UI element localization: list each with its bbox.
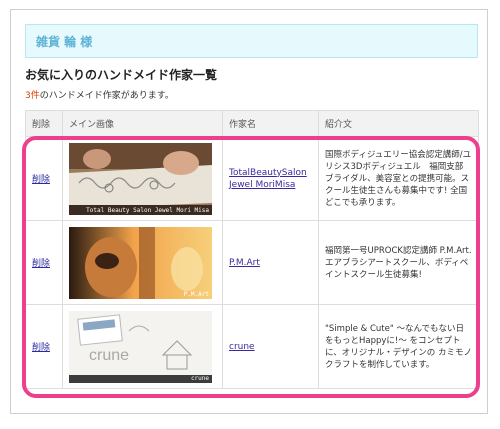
column-header-delete: 削除 [25, 110, 63, 137]
creator-name-link[interactable]: crune [229, 341, 255, 353]
image-caption: P.M.Art [183, 290, 209, 298]
creator-main-image[interactable]: P.M.Art [69, 226, 212, 299]
jewelry-photo [69, 142, 212, 215]
favorites-table: 削除 メイン画像 作家名 紹介文 削除 Total Beauty Salon J… [25, 110, 479, 389]
creator-main-image[interactable]: Total Beauty Salon Jewel Mori Misa [69, 142, 212, 215]
creator-intro: 国際ボディジュエリー協会認定講師/ユリシス3Dボディジュエル 福岡支部 ブライダ… [325, 149, 472, 208]
table-row: 削除 P.M.Art P.M.Art 福岡第一号UPROCK認定講師 P.M.A… [25, 220, 479, 305]
image-watermark-text: crune [89, 346, 130, 364]
table-header-row: 削除 メイン画像 作家名 紹介文 [25, 110, 479, 137]
user-name: 雑貨 輪 [36, 34, 77, 49]
image-caption: crune [190, 374, 209, 382]
result-count-number: 3件 [25, 91, 40, 101]
column-header-creator: 作家名 [222, 110, 319, 137]
table-row: 削除 Total Beauty Salon Jewel Mori Misa To… [25, 136, 479, 221]
column-header-intro: 紹介文 [318, 110, 479, 137]
delete-link[interactable]: 削除 [32, 175, 50, 185]
creator-intro: 福岡第一号UPROCK認定講師 P.M.Art. エアブラシアートスクール、ボデ… [325, 245, 472, 280]
user-honorific: 様 [80, 34, 93, 49]
creator-name-link[interactable]: P.M.Art [229, 257, 260, 269]
delete-link[interactable]: 削除 [32, 259, 50, 269]
column-header-image: メイン画像 [62, 110, 223, 137]
creator-intro: "Simple & Cute" ～なんでもない日をもっとHappyに!～ をコン… [325, 323, 472, 370]
page-title: お気に入りのハンドメイド作家一覧 [25, 68, 218, 82]
creator-name-link[interactable]: TotalBeautySalon Jewel MoriMisa [229, 167, 312, 191]
image-caption: Total Beauty Salon Jewel Mori Misa [86, 206, 209, 214]
result-count: 3件のハンドメイド作家があります。 [25, 88, 174, 101]
user-name-bar: 雑貨 輪様 [25, 24, 478, 58]
airbrush-photo [69, 226, 212, 299]
result-count-text: のハンドメイド作家があります。 [39, 91, 174, 101]
delete-link[interactable]: 削除 [32, 343, 50, 353]
table-row: 削除 crune crune crune "Simple & Cute" ～なん… [25, 304, 479, 389]
creator-main-image[interactable]: crune crune [69, 310, 212, 383]
